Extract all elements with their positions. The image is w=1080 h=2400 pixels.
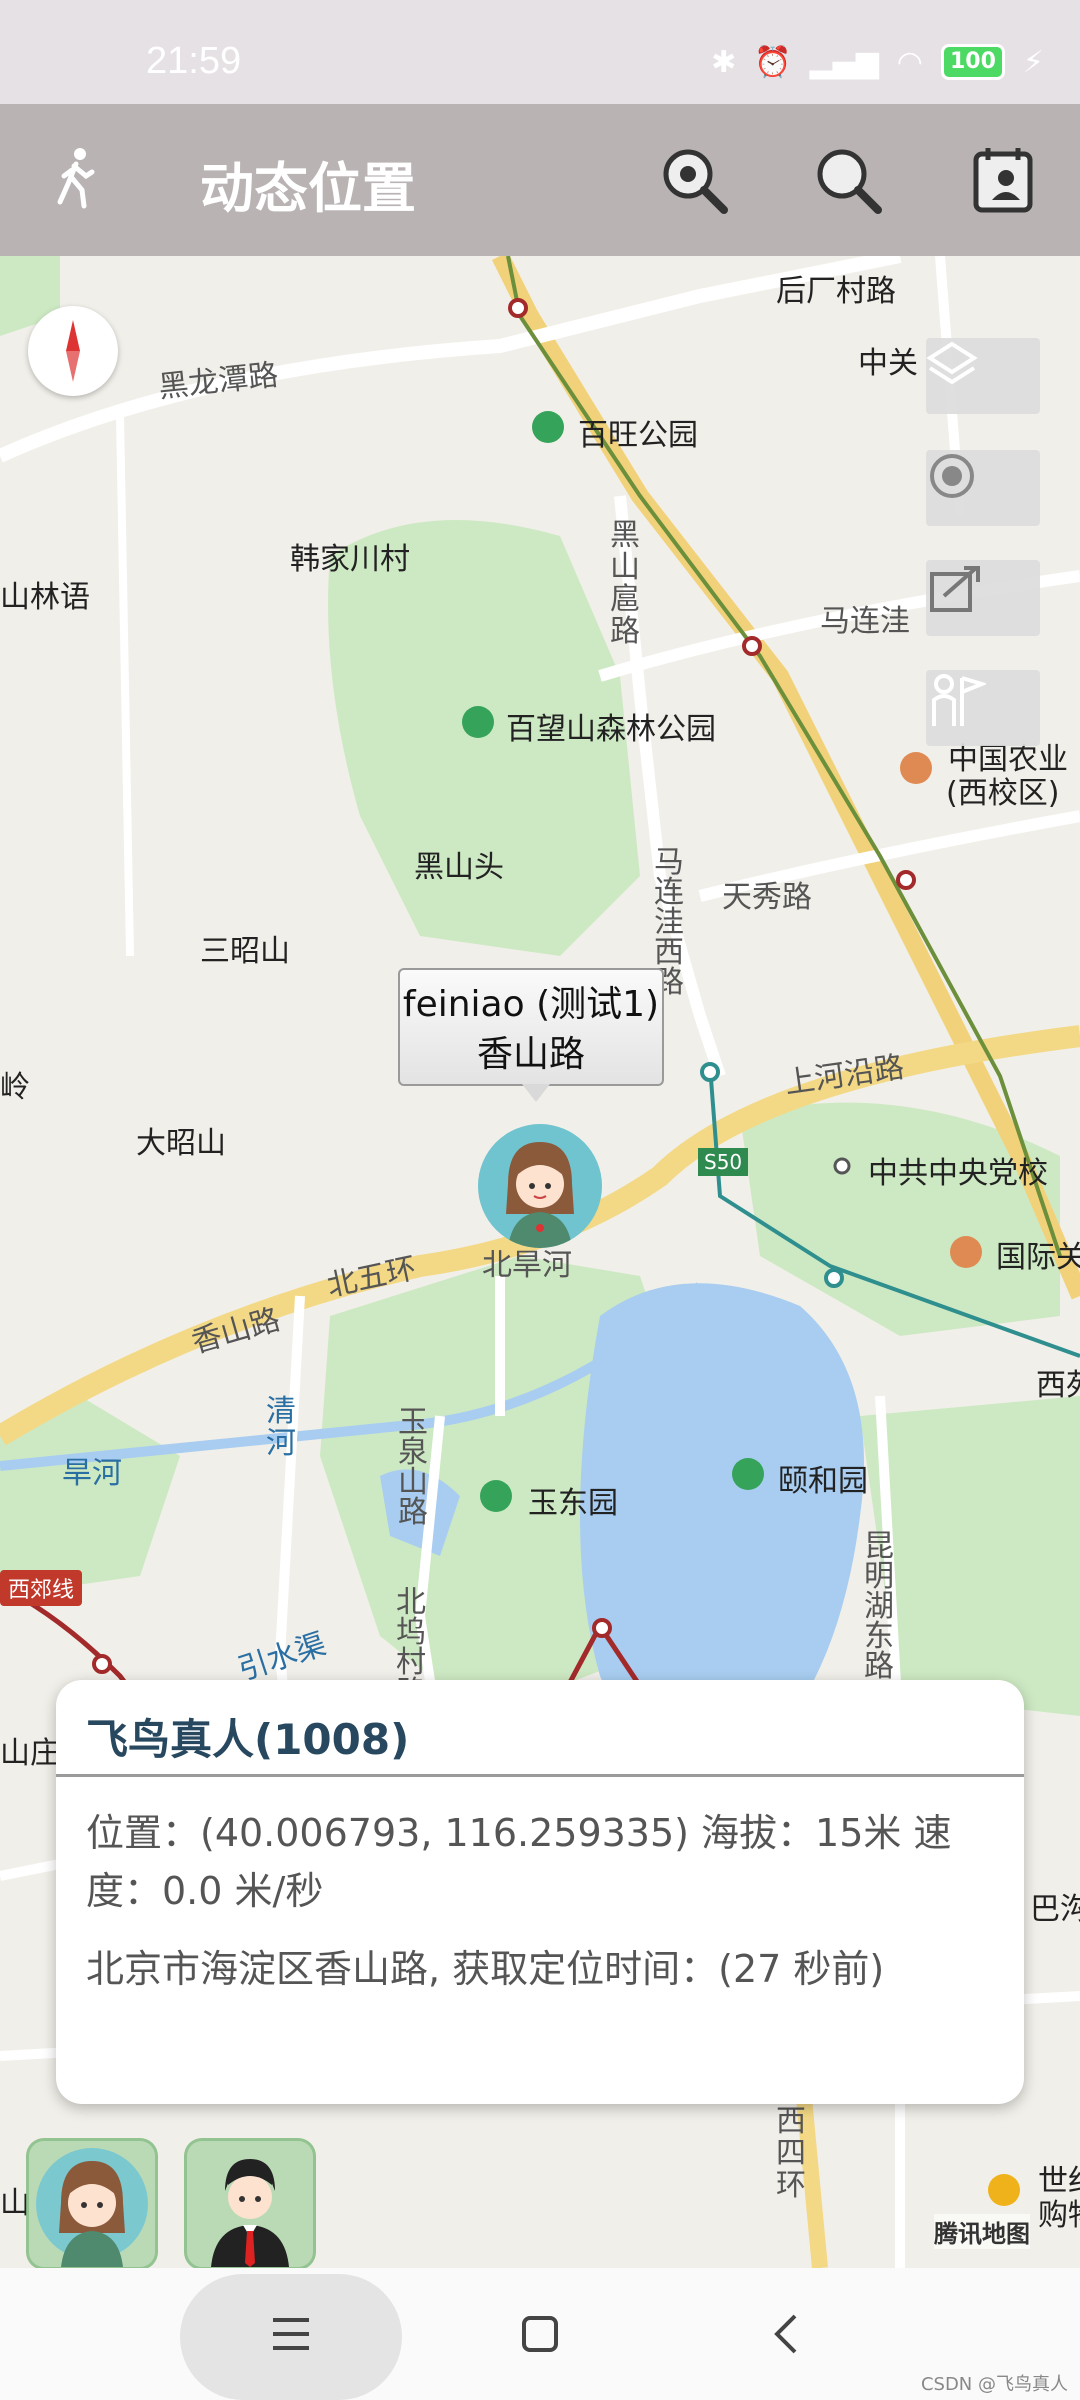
user-thumb-man[interactable] [184, 2138, 316, 2270]
zoom-locate-icon[interactable] [656, 142, 732, 218]
battery-icon: 100 [940, 44, 1005, 80]
map-label: 中共中央党校 [868, 1156, 1048, 1191]
location-callout[interactable]: feiniao (测试1) 香山路 [398, 968, 664, 1086]
user-location-marker[interactable] [478, 1124, 602, 1248]
divider [56, 1774, 1024, 1777]
system-nav-bar: CSDN @飞鸟真人 [0, 2268, 1080, 2400]
map-label: 黑山头 [414, 850, 504, 885]
search-icon[interactable] [810, 142, 886, 218]
back-chevron-icon [774, 2314, 797, 2354]
signal-icon: ▂▄▆ [809, 44, 879, 80]
bluetooth-icon: ✱ [711, 44, 737, 80]
map-label: 马连洼 [820, 604, 910, 639]
walk-icon[interactable] [38, 142, 114, 218]
square-icon [522, 2316, 558, 2352]
map-label: (西校区) [946, 776, 1060, 811]
map-label: 天秀路 [722, 880, 812, 915]
status-bar: 21:59 ✱ ⏰ ▂▄▆ ◠ 100 ⚡ [0, 0, 1080, 104]
map-label: 山林语 [0, 580, 90, 615]
address-info: 北京市海淀区香山路, 获取定位时间：(27 秒前) [86, 1947, 885, 1991]
person-flag-icon [932, 674, 986, 726]
map-label: 黑山扈路 [610, 518, 640, 649]
map-label: 山庄 [0, 1736, 60, 1771]
map-label: 韩家川村 [290, 542, 410, 577]
map-label: 百望山森林公园 [506, 712, 716, 747]
map-label: 玉东园 [528, 1486, 618, 1521]
compass-icon [66, 320, 80, 382]
alarm-icon: ⏰ [754, 44, 792, 80]
home-button[interactable] [480, 2268, 600, 2400]
position-info: 位置：(40.006793, 116.259335) 海拔：15米 速度：0.0… [86, 1811, 952, 1913]
menu-icon [273, 2318, 309, 2350]
girl-avatar-icon [506, 1142, 574, 1248]
locate-button[interactable] [926, 450, 1040, 526]
highway-shield: S50 [698, 1148, 749, 1176]
callout-street: 香山路 [476, 1034, 585, 1075]
girl-avatar-icon [36, 2148, 148, 2267]
map-label: 颐和园 [778, 1464, 868, 1499]
subway-line-badge: 西郊线 [0, 1570, 83, 1606]
back-button[interactable] [726, 2268, 846, 2400]
status-time: 21:59 [146, 40, 242, 82]
calendar-contact-icon[interactable] [966, 142, 1042, 218]
user-flag-button[interactable] [926, 670, 1040, 746]
map-label: 中关 [858, 346, 918, 381]
device-name: 飞鸟真人(1008) [86, 1715, 410, 1764]
watermark: CSDN @飞鸟真人 [920, 2374, 1068, 2395]
callout-name: feiniao (测试1) [402, 984, 660, 1025]
status-icons: ✱ ⏰ ▂▄▆ ◠ 100 ⚡ [711, 44, 1044, 80]
layers-icon [926, 341, 978, 385]
share-icon [930, 566, 980, 612]
map-label: 大昭山 [136, 1126, 226, 1161]
map-label: 昆明湖东路 [864, 1529, 894, 1684]
callout-tail [522, 1084, 550, 1102]
map-label: 购物 [1038, 2198, 1080, 2233]
man-avatar-icon [211, 2159, 289, 2267]
user-thumb-girl[interactable] [26, 2138, 158, 2270]
map-label: 玉泉山路 [398, 1405, 428, 1530]
map-provider-logo: 腾讯地图 [934, 2214, 1030, 2249]
map-label: 百旺公园 [578, 418, 698, 453]
layers-button[interactable] [926, 338, 1040, 414]
wifi-icon: ◠ [896, 44, 923, 80]
map-label: 国际关 [996, 1240, 1080, 1275]
map-label: 三昭山 [200, 934, 290, 969]
map-label: 清河 [266, 1394, 296, 1461]
share-button[interactable] [926, 560, 1040, 636]
map-label: 后厂村路 [776, 274, 896, 309]
map-label: 西四环 [776, 2104, 806, 2203]
page-title: 动态位置 [200, 157, 416, 220]
compass-button[interactable] [28, 306, 118, 396]
map-label: 巴沟 [1030, 1892, 1080, 1927]
app-bar: 动态位置 [0, 104, 1080, 256]
map-label: 岭 [0, 1070, 30, 1105]
menu-button[interactable] [180, 2268, 402, 2400]
map-label: 旱河 [62, 1456, 122, 1491]
map-label: 西苑 [1036, 1368, 1080, 1403]
target-icon [930, 454, 974, 498]
charging-icon: ⚡ [1022, 44, 1044, 80]
device-info-card[interactable]: 飞鸟真人(1008) 位置：(40.006793, 116.259335) 海拔… [56, 1680, 1024, 2104]
